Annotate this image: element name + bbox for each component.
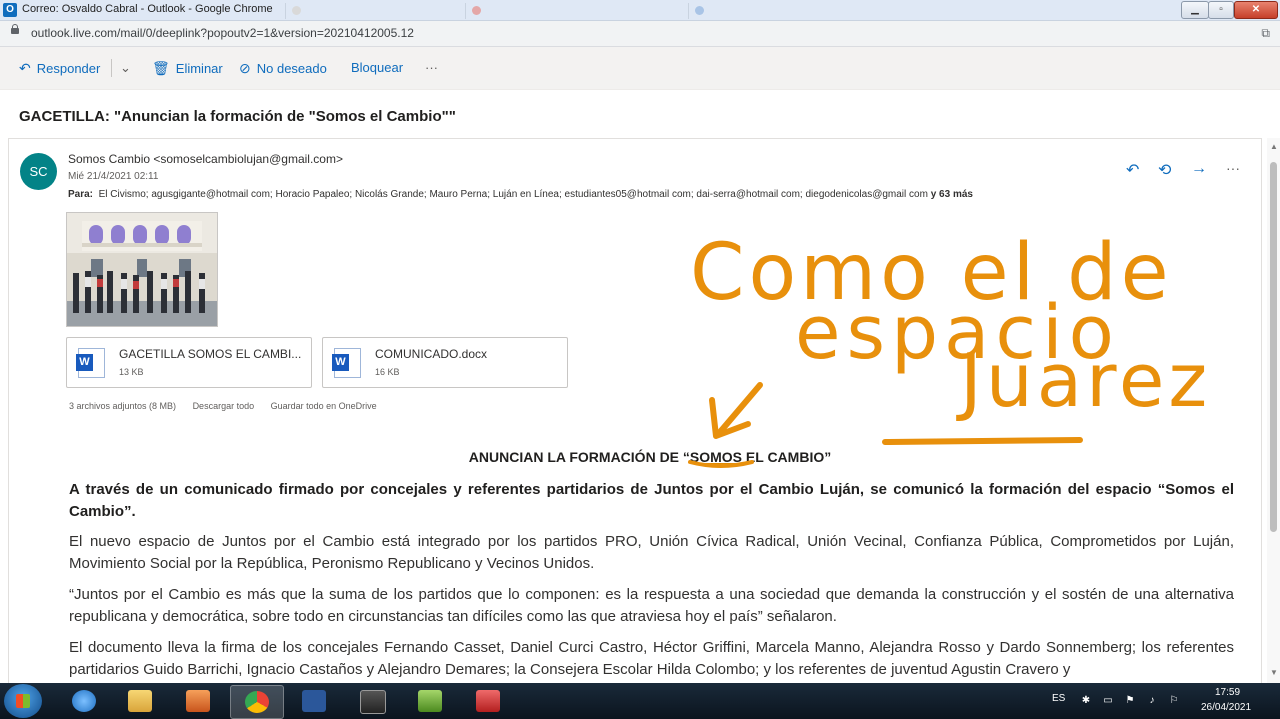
language-indicator[interactable]: ES	[1052, 693, 1065, 704]
junk-button[interactable]: ⊘ No deseado	[239, 60, 327, 77]
body-heading: ANUNCIAN LA FORMACIÓN DE “SOMOS EL CAMBI…	[468, 449, 832, 465]
handwritten-line-3: Juarez	[960, 338, 1212, 424]
outlook-icon: O	[3, 3, 17, 17]
media-player-icon[interactable]	[172, 685, 224, 717]
delete-button[interactable]: 🗑 Eliminar	[152, 60, 223, 77]
internet-explorer-icon[interactable]	[58, 685, 110, 717]
clock-date[interactable]: 26/04/2021	[1201, 702, 1251, 713]
attachment-size: 13 KB	[119, 367, 144, 377]
attachment-links: 3 archivos adjuntos (8 MB) Descargar tod…	[69, 401, 391, 411]
message-date: Mié 21/4/2021 02:11	[68, 171, 159, 182]
attachments-summary: 3 archivos adjuntos (8 MB)	[69, 401, 177, 411]
chrome-icon[interactable]	[230, 685, 284, 719]
reply-options-dropdown[interactable]: ⌄	[120, 60, 131, 76]
block-circle-icon: ⊘	[239, 60, 251, 76]
download-all-link[interactable]: Descargar todo	[193, 401, 255, 411]
scroll-up-icon[interactable]: ▲	[1270, 142, 1278, 151]
network-icon[interactable]: ▭	[1102, 695, 1114, 707]
body-paragraph: “Juntos por el Cambio es más que la suma…	[69, 586, 1234, 625]
tray-icon[interactable]: ✱	[1080, 695, 1092, 707]
more-recipients-link[interactable]: y 63 más	[931, 189, 973, 200]
volume-icon[interactable]: ♪	[1146, 695, 1158, 707]
body-paragraph: El documento lleva la firma de los conce…	[69, 639, 1234, 678]
word-icon[interactable]	[288, 685, 340, 717]
trash-icon: 🗑	[152, 60, 170, 76]
sender[interactable]: Somos Cambio <somoselcambiolujan@gmail.c…	[68, 152, 343, 166]
attachment-name: COMUNICADO.docx	[375, 347, 488, 361]
background-tab[interactable]	[285, 3, 472, 19]
underlined-word: SOMOS	[689, 449, 743, 465]
flag-icon[interactable]: ⚑	[1124, 695, 1136, 707]
more-options-icon[interactable]: ···	[1226, 160, 1240, 176]
window-title: Correo: Osvaldo Cabral - Outlook - Googl…	[22, 3, 273, 15]
lock-icon[interactable]	[11, 24, 19, 34]
window-title-bar: O Correo: Osvaldo Cabral - Outlook - Goo…	[0, 0, 1280, 21]
body-paragraph: El nuevo espacio de Juntos por el Cambio…	[69, 533, 1234, 572]
reply-icon: ↶	[19, 60, 31, 76]
attachment-name: GACETILLA SOMOS EL CAMBI...	[119, 347, 302, 361]
chevron-down-icon: ⌄	[120, 60, 131, 75]
reply-icon[interactable]: ↶	[1126, 160, 1139, 180]
reply-all-icon[interactable]: ⟲	[1158, 160, 1171, 180]
more-actions-button[interactable]: ···	[425, 60, 438, 75]
movie-maker-icon[interactable]	[346, 685, 398, 717]
scroll-thumb[interactable]	[1270, 162, 1277, 532]
address-bar: outlook.live.com/mail/0/deeplink?popoutv…	[0, 21, 1280, 47]
maximize-button[interactable]: ▫	[1208, 1, 1234, 19]
save-onedrive-link[interactable]: Guardar todo en OneDrive	[271, 401, 377, 411]
scroll-down-icon[interactable]: ▼	[1270, 668, 1278, 677]
email-subject: GACETILLA: "Anuncian la formación de "So…	[19, 108, 456, 125]
camera-app-icon[interactable]	[462, 685, 514, 717]
toolbar-divider	[111, 59, 112, 77]
background-tab[interactable]	[688, 3, 885, 19]
word-document-icon: W	[332, 348, 361, 378]
body-lead-paragraph: A través de un comunicado firmado por co…	[69, 481, 1234, 520]
avatar[interactable]: SC	[20, 153, 57, 190]
open-in-window-icon[interactable]: ⧉	[1261, 26, 1270, 41]
file-explorer-icon[interactable]	[114, 685, 166, 717]
windows-taskbar: ES ✱ ▭ ⚑ ♪ ⚐ 17:59 26/04/2021	[0, 683, 1280, 719]
start-button[interactable]	[4, 684, 42, 718]
word-document-icon: W	[76, 348, 105, 378]
to-label: Para:	[68, 189, 94, 200]
block-button[interactable]: Bloquear	[351, 60, 403, 75]
forward-icon[interactable]: →	[1191, 160, 1207, 178]
recipients-line[interactable]: Para: El Civismo; agusgigante@hotmail co…	[68, 189, 973, 200]
green-app-icon[interactable]	[404, 685, 456, 717]
background-tab[interactable]	[465, 3, 692, 19]
url-field[interactable]: outlook.live.com/mail/0/deeplink?popoutv…	[31, 26, 414, 40]
attachment-card[interactable]: W COMUNICADO.docx 16 KB	[322, 337, 568, 388]
image-attachment-thumbnail[interactable]	[66, 212, 218, 327]
minimize-button[interactable]: ▁	[1181, 1, 1209, 19]
action-center-icon[interactable]: ⚐	[1168, 695, 1180, 707]
close-button[interactable]: ✕	[1234, 1, 1278, 19]
vertical-scrollbar[interactable]: ▲ ▼	[1267, 138, 1280, 683]
attachment-card[interactable]: W GACETILLA SOMOS EL CAMBI... 13 KB	[66, 337, 312, 388]
group-photo-image	[67, 213, 217, 326]
message-toolbar: ↶ Responder ⌄ 🗑 Eliminar ⊘ No deseado Bloqu…	[0, 47, 1280, 90]
recipients: El Civismo; agusgigante@hotmail com; Hor…	[98, 189, 928, 200]
clock-time[interactable]: 17:59	[1215, 687, 1240, 698]
reply-button[interactable]: ↶ Responder	[19, 60, 100, 77]
attachment-size: 16 KB	[375, 367, 400, 377]
